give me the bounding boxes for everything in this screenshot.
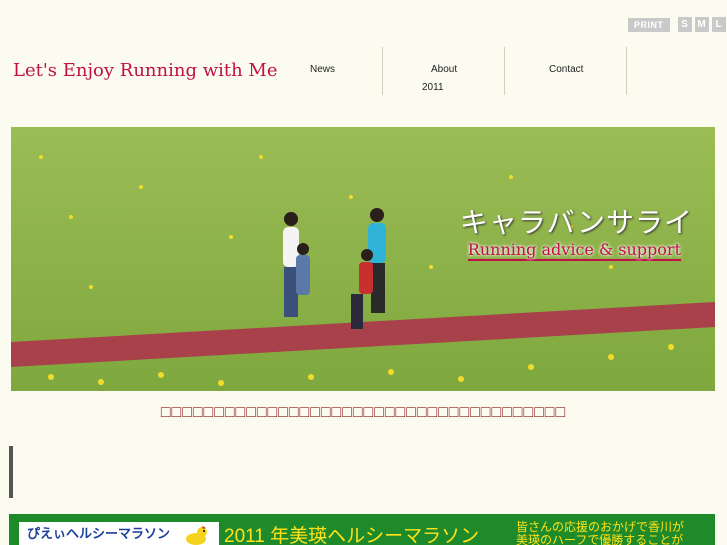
hero-subtitle: Running advice & support bbox=[467, 240, 681, 261]
font-size-small-button[interactable]: S bbox=[677, 17, 692, 32]
nav-item-contact[interactable]: Contact bbox=[549, 64, 583, 75]
banner-message: 皆さんの応援のおかげで香川が 美瑛のハーフで優勝することが bbox=[516, 521, 684, 545]
font-size-large-button[interactable]: L bbox=[711, 17, 726, 32]
notice-text: □□□□□□□□□□□□□□□□□□□□□□□□□□□□□□□□□□□□□□ bbox=[160, 404, 567, 421]
nav-divider bbox=[504, 47, 505, 95]
site-title[interactable]: Let's Enjoy Running with Me bbox=[13, 60, 278, 81]
hero-title: キャラバンサライ bbox=[459, 206, 693, 239]
nav-item-news[interactable]: News bbox=[310, 64, 335, 75]
section-marker bbox=[9, 446, 13, 498]
mascot-bird-icon bbox=[186, 526, 207, 545]
marathon-banner[interactable]: ぴえぃヘルシーマラソン 2011 年美瑛ヘルシーマラソン 皆さんの応援のおかげで… bbox=[9, 514, 715, 545]
nav-item-about[interactable]: About bbox=[431, 64, 457, 75]
hero-image: キャラバンサライ Running advice & support bbox=[11, 127, 715, 391]
utility-bar: PRINT S M L bbox=[628, 17, 726, 32]
banner-title: 2011 年美瑛ヘルシーマラソン bbox=[224, 526, 480, 545]
nav-divider bbox=[382, 47, 383, 95]
banner-message-line2: 美瑛のハーフで優勝することが bbox=[516, 533, 684, 545]
font-size-medium-button[interactable]: M bbox=[694, 17, 709, 32]
print-button[interactable]: PRINT bbox=[628, 17, 670, 32]
nav-divider bbox=[626, 47, 627, 95]
nav-sub-2011[interactable]: 2011 bbox=[422, 82, 444, 93]
